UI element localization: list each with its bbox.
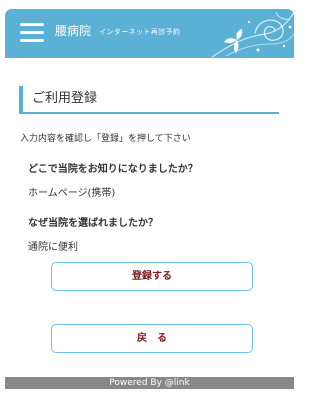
section-heading: ご利用登録 bbox=[19, 86, 279, 114]
question-how-heard: どこで当院をお知りになりましたか？ bbox=[28, 164, 198, 175]
hospital-name: 腰病院 bbox=[55, 24, 92, 38]
footer-text: Powered By @link bbox=[109, 378, 190, 388]
hamburger-menu-icon[interactable] bbox=[20, 23, 44, 43]
register-button[interactable]: 登録する bbox=[51, 262, 253, 291]
answer-why-chose: 通院に便利 bbox=[28, 242, 78, 253]
header: 腰病院 インターネット再診予約 bbox=[5, 9, 294, 58]
back-button-label: 戻る bbox=[137, 333, 177, 344]
page-title: ご利用登録 bbox=[32, 91, 98, 106]
question-why-chose: なぜ当院を選ばれましたか？ bbox=[28, 218, 158, 229]
floral-swirl-icon bbox=[211, 11, 294, 58]
back-button[interactable]: 戻る bbox=[51, 324, 253, 353]
reservation-subtitle: インターネット再診予約 bbox=[99, 28, 181, 36]
footer: Powered By @link bbox=[5, 377, 294, 389]
instruction-text: 入力内容を確認し「登録」を押して下さい bbox=[20, 134, 191, 144]
app-screen: 腰病院 インターネット再診予約 ご利用登録 入力内容を確認し「登録」を押して下さ… bbox=[0, 0, 300, 400]
register-button-label: 登録する bbox=[132, 271, 172, 282]
answer-how-heard: ホームページ(携帯) bbox=[28, 188, 116, 199]
